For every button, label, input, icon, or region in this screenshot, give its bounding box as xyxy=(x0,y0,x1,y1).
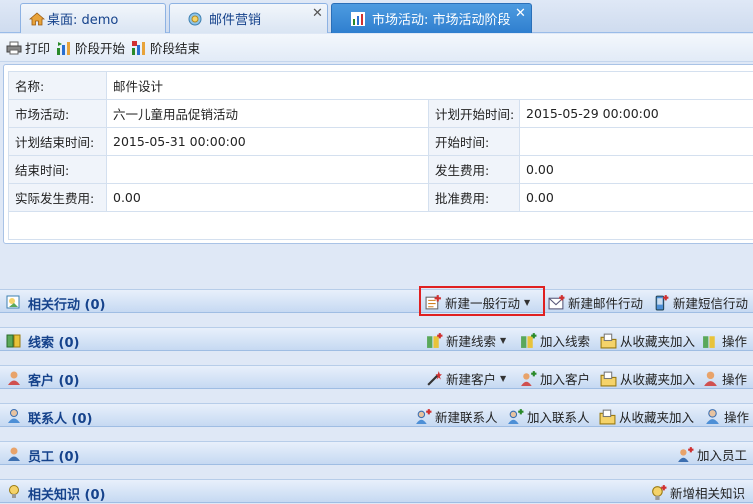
toolbar: 打印 阶段开始 阶段结束 xyxy=(0,34,753,62)
leads-icon xyxy=(6,334,21,348)
tab-desktop[interactable]: 桌面: demo xyxy=(20,3,166,33)
actions-icon xyxy=(6,295,20,309)
lead-operation-button[interactable]: 操作 xyxy=(702,331,747,349)
section-leads: 线索 (0) 新建线索 ▼ 加入线索 从收藏夹加入 操作 xyxy=(0,327,753,351)
add-customer-button[interactable]: 加入客户 xyxy=(520,369,590,387)
magic-wand-icon xyxy=(427,370,442,386)
add-from-favorites-button[interactable]: 从收藏夹加入 xyxy=(600,331,695,349)
plan-end-value: 2015-05-31 00:00:00 xyxy=(106,127,429,156)
add-contact-button[interactable]: 加入联系人 xyxy=(507,407,590,425)
new-email-action-button[interactable]: 新建邮件行动 xyxy=(548,293,643,311)
section-customers: 客户 (0) 新建客户 ▼ 加入客户 从收藏夹加入 操作 xyxy=(0,365,753,389)
approved-cost-label: 批准费用: xyxy=(428,183,520,212)
new-customer-button[interactable]: 新建客户 ▼ xyxy=(426,369,506,387)
add-employee-button[interactable]: 加入员工 xyxy=(677,445,747,463)
dropdown-caret-icon[interactable]: ▼ xyxy=(500,374,506,383)
end-value xyxy=(106,155,429,184)
close-icon[interactable]: ✕ xyxy=(515,7,526,20)
stage-end-icon xyxy=(132,40,146,55)
new-sms-action-button[interactable]: 新建短信行动 xyxy=(653,293,748,311)
start-label: 开始时间: xyxy=(428,127,520,156)
campaign-value: 六一儿童用品促销活动 xyxy=(106,99,429,128)
stage-start-icon xyxy=(57,41,71,55)
new-knowledge-icon xyxy=(652,484,667,500)
add-lead-button[interactable]: 加入线索 xyxy=(520,331,590,349)
customer-operation-button[interactable]: 操作 xyxy=(702,369,747,387)
tab-label: 桌面: demo xyxy=(47,13,119,28)
add-contact-icon xyxy=(508,408,524,424)
add-employee-icon xyxy=(678,446,694,462)
campaign-label: 市场活动: xyxy=(8,99,107,128)
new-lead-button[interactable]: 新建线索 ▼ xyxy=(426,331,506,349)
folder-icon xyxy=(599,409,616,424)
close-icon[interactable]: ✕ xyxy=(312,7,323,20)
operation-icon xyxy=(706,408,719,424)
envelope-icon xyxy=(548,294,565,309)
start-value xyxy=(519,127,753,156)
campaign-icon xyxy=(188,12,202,26)
tab-bar: 桌面: demo 邮件营销 ✕ 市场活动: 市场活动阶段 ✕ xyxy=(0,0,753,33)
dropdown-caret-icon[interactable]: ▼ xyxy=(500,336,506,345)
contact-operation-button[interactable]: 操作 xyxy=(704,407,749,425)
approved-cost-value: 0.00 xyxy=(519,183,753,212)
section-title: 相关知识 (0) xyxy=(28,488,106,503)
name-label: 名称: xyxy=(8,71,107,100)
tab-email-marketing[interactable]: 邮件营销 ✕ xyxy=(169,3,328,33)
end-label: 结束时间: xyxy=(8,155,107,184)
customer-icon xyxy=(8,371,20,385)
plan-start-label: 计划开始时间: xyxy=(428,99,520,128)
detail-table: 名称: 邮件设计 市场活动: 六一儿童用品促销活动 计划开始时间: 2015-0… xyxy=(8,71,753,240)
name-value: 邮件设计 xyxy=(106,71,753,100)
new-lead-icon xyxy=(427,332,443,348)
add-lead-icon xyxy=(521,332,537,348)
empty-row xyxy=(8,211,753,240)
highlight-box xyxy=(419,286,545,316)
plan-start-value: 2015-05-29 00:00:00 xyxy=(519,99,753,128)
stage-start-button[interactable]: 阶段开始 xyxy=(56,38,125,57)
add-customer-icon xyxy=(521,370,537,386)
detail-panel: 名称: 邮件设计 市场活动: 六一儿童用品促销活动 计划开始时间: 2015-0… xyxy=(3,64,753,244)
section-title: 联系人 (0) xyxy=(28,412,93,427)
actual-cost-label: 实际发生费用: xyxy=(8,183,107,212)
folder-icon xyxy=(600,333,617,348)
new-contact-button[interactable]: 新建联系人 xyxy=(415,407,498,425)
cost-value: 0.00 xyxy=(519,155,753,184)
tab-campaign-stage[interactable]: 市场活动: 市场活动阶段 ✕ xyxy=(331,3,532,33)
lightbulb-icon xyxy=(9,485,19,498)
tab-label: 市场活动: 市场活动阶段 xyxy=(372,13,511,28)
add-from-favorites-button[interactable]: 从收藏夹加入 xyxy=(599,407,694,425)
section-knowledge: 相关知识 (0) 新增相关知识 xyxy=(0,479,753,503)
stage-end-button[interactable]: 阶段结束 xyxy=(131,38,200,57)
chart-icon xyxy=(351,12,365,26)
new-contact-icon xyxy=(416,408,432,424)
folder-icon xyxy=(600,371,617,386)
home-icon xyxy=(29,12,45,26)
section-title: 客户 (0) xyxy=(28,374,80,389)
phone-icon xyxy=(655,294,669,310)
section-employees: 员工 (0) 加入员工 xyxy=(0,441,753,465)
new-knowledge-button[interactable]: 新增相关知识 xyxy=(650,483,745,501)
section-related-actions: 相关行动 (0) 新建一般行动 ▼ 新建邮件行动 新建短信行动 xyxy=(0,289,753,313)
operation-icon xyxy=(703,335,715,348)
section-title: 线索 (0) xyxy=(28,336,80,351)
operation-icon xyxy=(704,371,717,386)
actual-cost-value: 0.00 xyxy=(106,183,429,212)
employee-icon xyxy=(8,447,20,461)
print-button[interactable]: 打印 xyxy=(6,38,50,57)
add-from-favorites-button[interactable]: 从收藏夹加入 xyxy=(600,369,695,387)
section-title: 相关行动 (0) xyxy=(28,298,106,313)
plan-end-label: 计划结束时间: xyxy=(8,127,107,156)
printer-icon xyxy=(6,41,22,54)
cost-label: 发生费用: xyxy=(428,155,520,184)
tab-label: 邮件营销 xyxy=(209,13,262,28)
section-title: 员工 (0) xyxy=(28,450,80,465)
section-contacts: 联系人 (0) 新建联系人 加入联系人 从收藏夹加入 操作 xyxy=(0,403,753,427)
contact-icon xyxy=(8,409,20,423)
